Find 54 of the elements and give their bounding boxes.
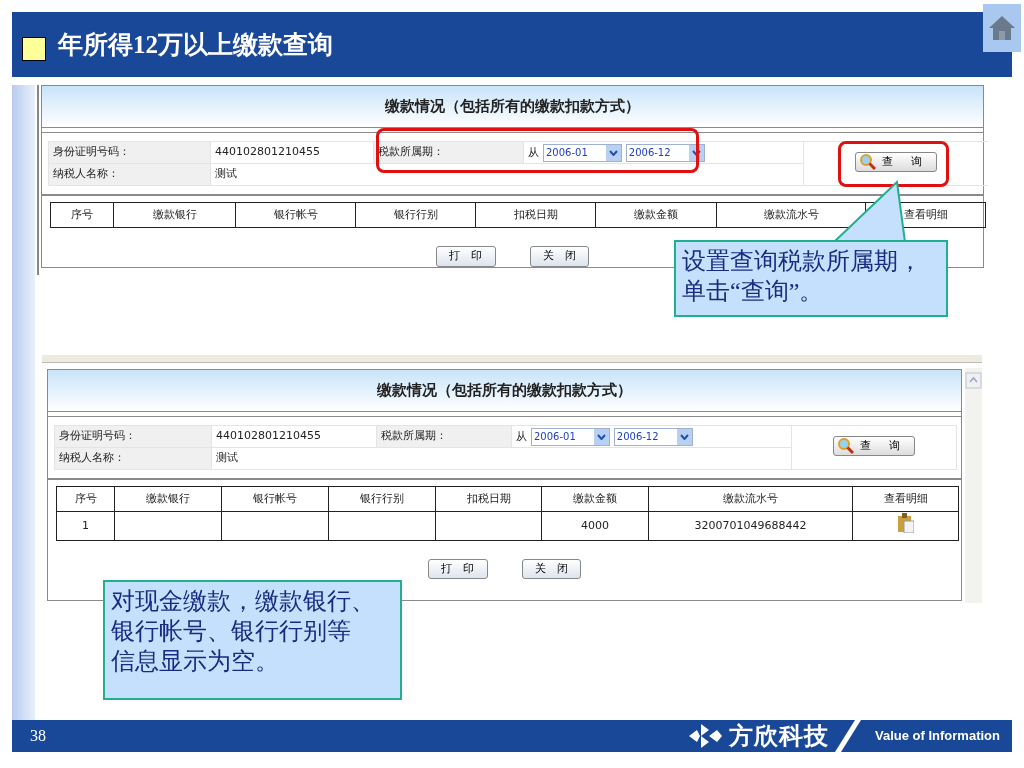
- home-button[interactable]: [983, 4, 1021, 52]
- column-header: 银行行别: [328, 486, 436, 512]
- column-header: 缴款金额: [595, 202, 717, 228]
- date-select[interactable]: 2006-01: [543, 143, 622, 162]
- column-header: 缴款银行: [114, 486, 222, 512]
- field-label: 纳税人名称：: [54, 447, 212, 470]
- field-label: 纳税人名称：: [48, 163, 211, 186]
- field-label: 税款所属期：: [373, 141, 524, 164]
- date-select[interactable]: 2006-01: [531, 427, 610, 446]
- column-header: 查看明细: [852, 486, 959, 512]
- column-header: 缴款流水号: [648, 486, 853, 512]
- column-header: 扣税日期: [475, 202, 596, 228]
- page-number: 38: [30, 726, 46, 746]
- column-header: 缴款银行: [113, 202, 236, 228]
- query-button[interactable]: 查 询: [855, 151, 937, 173]
- field-label: 税款所属期：: [376, 425, 512, 448]
- field-label: 身份证明号码：: [48, 141, 211, 164]
- from-label: 从: [516, 429, 527, 443]
- column-header: 银行帐号: [221, 486, 329, 512]
- callout-text: 对现金缴款，缴款银行、 银行帐号、银行行别等 信息显示为空。: [111, 587, 376, 676]
- logo-icon: [687, 723, 724, 749]
- table-cell: 4000: [541, 511, 649, 540]
- page-heading: 缴款情况（包括所有的缴款扣款方式）: [385, 96, 640, 118]
- table-cell: 3200701049688442: [648, 511, 853, 540]
- field-value: 440102801210455: [210, 141, 374, 164]
- column-header: 银行帐号: [235, 202, 356, 228]
- clipboard-icon[interactable]: [897, 513, 914, 533]
- callout-text: 设置查询税款所属期， 单击“查询”。: [682, 247, 923, 306]
- home-icon: [987, 13, 1017, 43]
- column-header: 序号: [50, 202, 114, 228]
- logo-text: 方欣科技: [729, 721, 830, 752]
- action-button[interactable]: 关 闭: [521, 558, 581, 579]
- column-header: 序号: [56, 486, 115, 512]
- page-heading: 缴款情况（包括所有的缴款扣款方式）: [377, 380, 632, 402]
- query-button[interactable]: 查 询: [833, 435, 915, 457]
- square-icon: [22, 36, 46, 61]
- column-header: 银行行别: [355, 202, 476, 228]
- search-icon: [860, 153, 877, 170]
- action-button[interactable]: 打 印: [428, 558, 488, 579]
- column-header: 扣税日期: [435, 486, 542, 512]
- from-label: 从: [528, 145, 539, 159]
- scroll-up-icon[interactable]: [965, 372, 982, 389]
- field-value: 440102801210455: [211, 425, 377, 448]
- search-icon: [838, 437, 855, 454]
- table-cell: 1: [56, 511, 115, 540]
- tagline: Value of Information: [875, 727, 1000, 746]
- action-button[interactable]: 关 闭: [529, 246, 589, 267]
- column-header: 缴款金额: [541, 486, 649, 512]
- date-select[interactable]: 2006-12: [613, 427, 693, 446]
- field-label: 身份证明号码：: [54, 425, 212, 448]
- action-button[interactable]: 打 印: [436, 246, 496, 267]
- slash-mark: [835, 720, 862, 752]
- slide-title: 年所得12万以上缴款查询: [58, 29, 333, 60]
- date-select[interactable]: 2006-12: [625, 143, 705, 162]
